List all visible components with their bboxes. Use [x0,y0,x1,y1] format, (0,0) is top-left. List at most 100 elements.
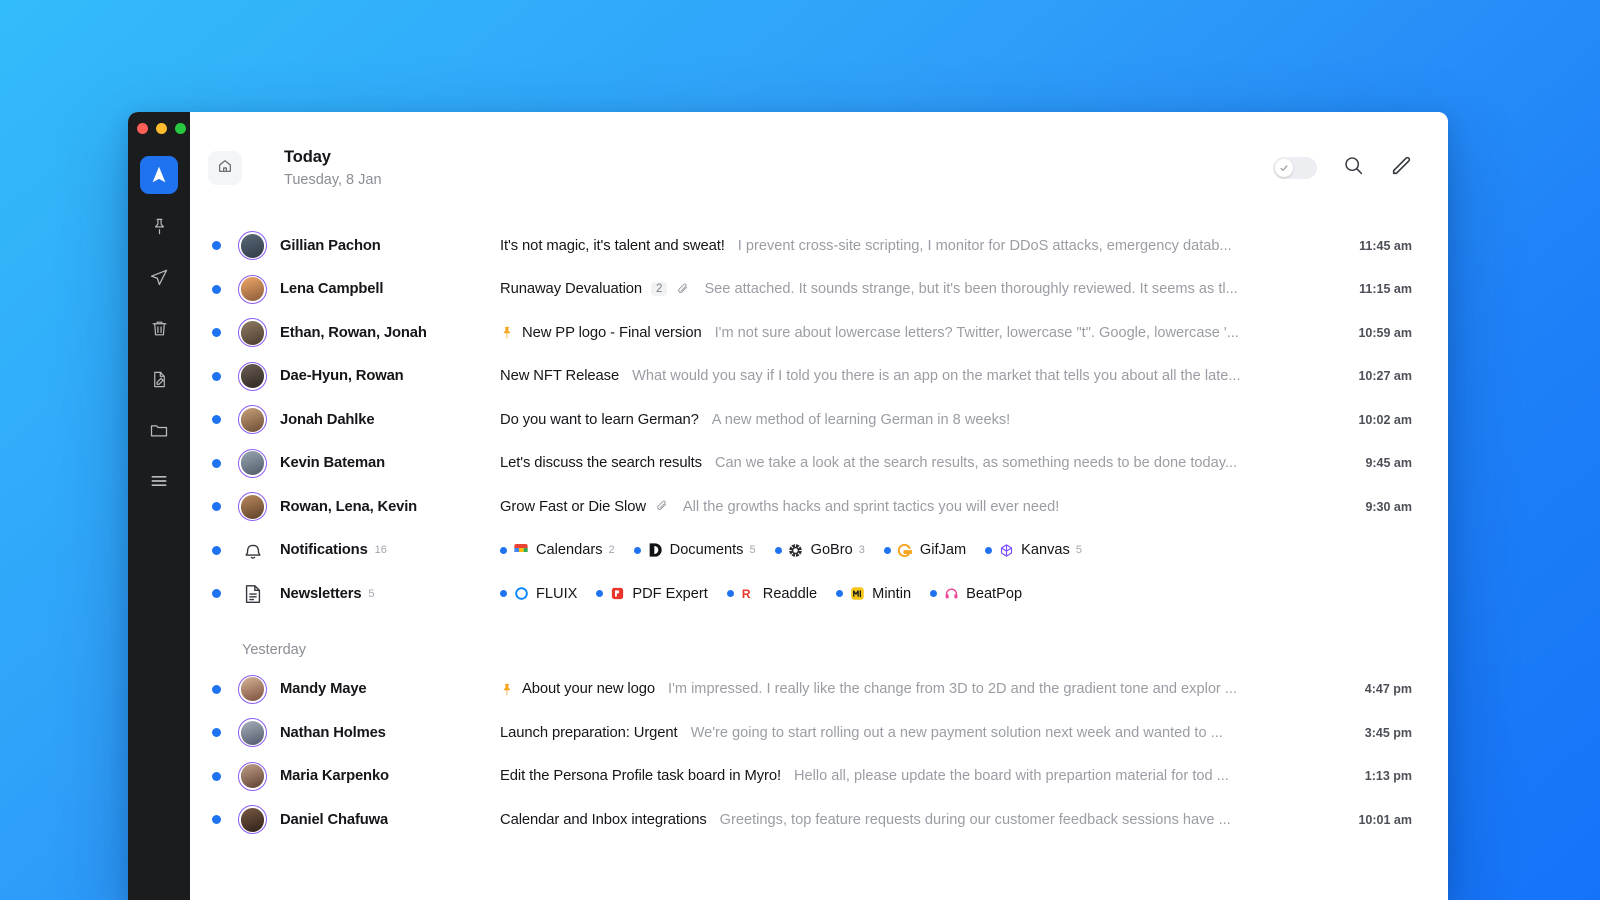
search-button[interactable] [1343,155,1364,181]
sidebar-nav [128,156,190,500]
unread-dot [212,372,221,381]
message-preview: What would you say if I told you there i… [632,368,1240,384]
message-subject: It's not magic, it's talent and sweat! [500,238,725,254]
sender-block: Notifications16 [238,536,500,565]
minimize-window-button[interactable] [156,123,167,134]
sender-block: Maria Karpenko [238,762,500,791]
list-item[interactable]: Kevin BatemanLet's discuss the search re… [190,442,1412,486]
message-preview: Can we take a look at the search results… [715,455,1237,471]
unread-dot [212,241,221,250]
app-chip[interactable]: Calendars2 [500,542,615,558]
app-chip[interactable]: BeatPop [930,586,1022,602]
pdf-expert-icon [609,586,625,602]
app-name: Kanvas [1021,542,1070,558]
search-icon [1343,155,1364,181]
app-chip[interactable]: Documents5 [634,542,756,558]
close-window-button[interactable] [137,123,148,134]
list-item[interactable]: Notifications16Calendars2Documents5GoBro… [190,529,1412,573]
sender-name: Kevin Bateman [280,455,385,471]
pin-filled-icon [500,325,515,340]
unread-dot [212,459,221,468]
pin-icon [150,217,169,236]
sender-block: Kevin Bateman [238,449,500,478]
sender-block: Ethan, Rowan, Jonah [238,318,500,347]
unread-dot [212,685,221,694]
message-content: About your new logoI'm impressed. I real… [500,681,1336,697]
message-time: 10:02 am [1354,413,1412,427]
home-icon [217,158,233,179]
draft-edit-icon [150,370,169,389]
sidebar-item-folders[interactable] [140,411,178,449]
message-time: 11:45 am [1354,239,1412,253]
done-toggle[interactable] [1273,157,1317,179]
avatar-image [241,364,265,388]
app-chip[interactable]: RReaddle [727,586,817,602]
avatar [238,362,267,391]
unread-dot [212,772,221,781]
svg-text:R: R [742,587,751,601]
message-subject: Grow Fast or Die Slow [500,499,646,515]
app-name: GoBro [811,542,853,558]
sender-name: Mandy Maye [280,681,367,697]
list-item[interactable]: Maria KarpenkoEdit the Persona Profile t… [190,755,1412,799]
avatar [238,762,267,791]
message-content: Runaway Devaluation2See attached. It sou… [500,281,1336,297]
message-subject: Runaway Devaluation [500,281,642,297]
sidebar-item-inbox[interactable] [140,156,178,194]
list-item[interactable]: Dae-Hyun, RowanNew NFT ReleaseWhat would… [190,355,1412,399]
sender-block: Rowan, Lena, Kevin [238,492,500,521]
list-item[interactable]: Newsletters5FLUIX PDF Expert RReaddle Minti… [190,572,1412,616]
list-item[interactable]: Nathan HolmesLaunch preparation: UrgentW… [190,711,1412,755]
avatar [238,231,267,260]
message-list[interactable]: Gillian PachonIt's not magic, it's talen… [190,224,1448,900]
message-subject: Edit the Persona Profile task board in M… [500,768,781,784]
list-item[interactable]: Jonah DahlkeDo you want to learn German?… [190,398,1412,442]
list-item[interactable]: Mandy Maye About your new logoI'm impress… [190,668,1412,712]
list-item[interactable]: Lena CampbellRunaway Devaluation2See att… [190,268,1412,312]
app-chip[interactable]: GoBro3 [775,542,865,558]
list-item[interactable]: Ethan, Rowan, JonahNew PP logo - Final v… [190,311,1412,355]
sidebar-item-trash[interactable] [140,309,178,347]
message-content: New NFT ReleaseWhat would you say if I t… [500,368,1336,384]
avatar [238,675,267,704]
home-button[interactable] [208,151,242,185]
main-panel: Today Tuesday, 8 Jan [190,112,1448,900]
sidebar-item-pinned[interactable] [140,207,178,245]
sidebar-item-sent[interactable] [140,258,178,296]
sender-block: Newsletters5 [238,579,500,608]
app-name: PDF Expert [632,586,707,602]
attachment-clip-icon [676,282,691,297]
newsletter-doc-icon [242,583,264,605]
app-unread-dot [596,590,603,597]
app-name: Mintin [872,586,911,602]
app-chip[interactable]: Mintin [836,586,911,602]
compose-button[interactable] [1390,155,1412,182]
mintin-icon [849,586,865,602]
message-preview: I prevent cross-site scripting, I monito… [738,238,1232,254]
avatar-image [241,408,265,432]
message-time: 1:13 pm [1354,769,1412,783]
avatar-image [241,764,265,788]
app-chip[interactable]: PDF Expert [596,586,707,602]
hamburger-icon [149,471,169,491]
message-preview: See attached. It sounds strange, but it'… [704,281,1237,297]
app-chip[interactable]: FLUIX [500,586,577,602]
app-chip[interactable]: GifJam [884,542,966,558]
list-item[interactable]: Rowan, Lena, KevinGrow Fast or Die SlowA… [190,485,1412,529]
sender-name: Daniel Chafuwa [280,812,388,828]
page-subtitle: Tuesday, 8 Jan [284,172,382,188]
message-subject: Do you want to learn German? [500,412,699,428]
trash-icon [150,319,169,338]
app-name: Documents [670,542,744,558]
send-icon [149,267,169,287]
zoom-window-button[interactable] [175,123,186,134]
sidebar-item-drafts[interactable] [140,360,178,398]
app-count: 5 [1076,544,1082,556]
sidebar-item-menu[interactable] [140,462,178,500]
avatar-image [241,808,265,832]
list-item[interactable]: Daniel ChafuwaCalendar and Inbox integra… [190,798,1412,842]
app-chip[interactable]: Kanvas 5 [985,542,1082,558]
app-chip-list: Calendars2 Documents5 GoBro3 GifJam Kanvas 5 [500,542,1412,558]
avatar-image [241,677,265,701]
list-item[interactable]: Gillian PachonIt's not magic, it's talen… [190,224,1412,268]
